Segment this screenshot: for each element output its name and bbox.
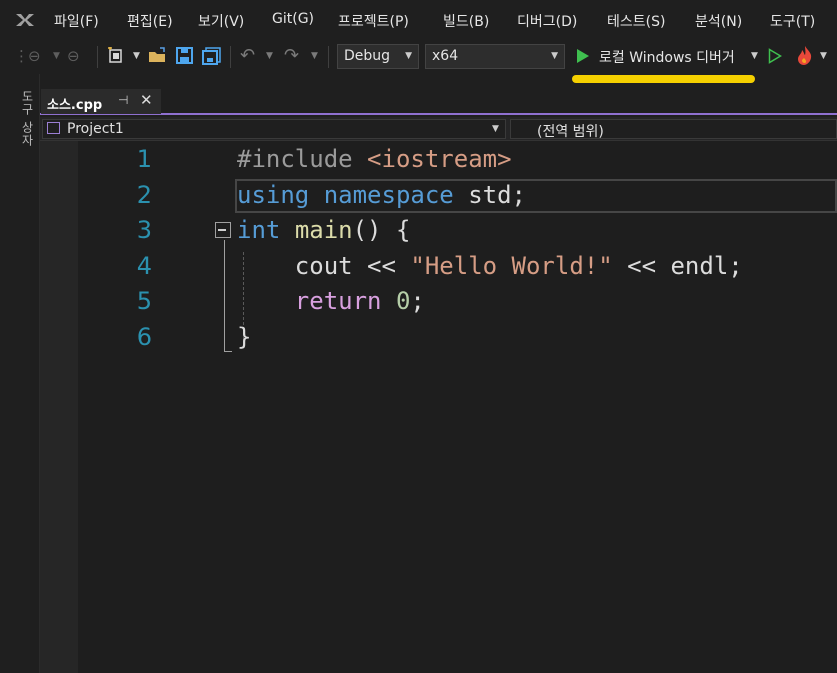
visual-studio-logo-icon[interactable]: [12, 7, 38, 33]
chevron-down-icon: ▼: [551, 51, 558, 61]
save-icon[interactable]: [176, 47, 194, 65]
code-token: cout <<: [237, 251, 411, 280]
line-number: 5: [136, 287, 152, 316]
platform-value: x64: [432, 48, 459, 64]
pin-icon[interactable]: ⊣: [118, 93, 128, 107]
toolbar-separator: [97, 46, 98, 68]
new-dropdown-icon[interactable]: ▼: [133, 47, 140, 65]
menu-view[interactable]: 보기(V): [198, 11, 244, 31]
menu-tools[interactable]: 도구(T): [770, 11, 815, 31]
scope-label: (전역 범위): [537, 124, 604, 140]
start-debug-icon[interactable]: [576, 48, 590, 64]
editor-gutter: [40, 141, 78, 673]
new-project-icon[interactable]: [107, 47, 127, 65]
forward-icon[interactable]: ⊖: [67, 47, 80, 65]
tab-title: 소스.cpp: [47, 98, 103, 113]
project-icon: [47, 122, 60, 134]
line-number: 4: [136, 251, 152, 280]
toolbox-tab[interactable]: 도구 상자: [6, 90, 36, 147]
save-all-icon[interactable]: [202, 47, 222, 65]
chevron-down-icon: ▼: [405, 51, 412, 61]
code-token: main: [294, 216, 353, 245]
code-token: }: [237, 323, 252, 351]
configuration-select[interactable]: Debug ▼: [337, 44, 419, 69]
debugger-dropdown-icon[interactable]: ▼: [751, 47, 758, 65]
code-token: "Hello World!": [410, 251, 613, 280]
code-token: << endl;: [612, 251, 743, 280]
code-token: using: [237, 180, 310, 209]
project-name: Project1: [67, 121, 124, 137]
code-line[interactable]: #include <iostream>: [237, 145, 512, 173]
toolbar-separator: [328, 46, 329, 68]
left-tool-strip: [0, 74, 40, 673]
menu-edit[interactable]: 편집(E): [127, 11, 173, 31]
undo-icon[interactable]: ↶: [240, 47, 255, 65]
line-number: 3: [136, 216, 152, 245]
redo-icon[interactable]: ↷: [284, 47, 299, 65]
menu-debug[interactable]: 디버그(D): [517, 11, 577, 31]
menu-test[interactable]: 테스트(S): [607, 11, 665, 31]
code-token: ;: [410, 287, 425, 316]
hot-reload-dropdown-icon[interactable]: ▼: [820, 47, 827, 65]
back-dropdown-icon[interactable]: ▼: [53, 47, 60, 65]
menu-git[interactable]: Git(G): [272, 11, 314, 27]
back-icon[interactable]: ⊖: [28, 47, 41, 65]
code-line[interactable]: }: [237, 323, 251, 351]
code-token: 0: [395, 287, 411, 316]
fold-guide: [224, 240, 225, 352]
hot-reload-icon[interactable]: [795, 45, 815, 66]
code-line[interactable]: int main() {: [237, 216, 410, 244]
undo-dropdown-icon[interactable]: ▼: [266, 47, 273, 65]
menu-file[interactable]: 파일(F): [54, 11, 99, 31]
code-token: #include: [237, 145, 368, 173]
toolbar-separator: [230, 46, 231, 68]
code-token: namespace: [323, 180, 454, 209]
code-token: int: [237, 216, 281, 245]
code-token: std;: [453, 180, 526, 209]
line-number: 6: [136, 323, 152, 351]
start-without-debug-icon[interactable]: [768, 48, 782, 64]
debugger-button-label[interactable]: 로컬 Windows 디버거: [599, 47, 735, 67]
code-token: return: [294, 287, 382, 316]
fold-guide-end: [224, 351, 232, 352]
menu-analyze[interactable]: 분석(N): [695, 11, 742, 31]
chevron-down-icon[interactable]: ▼: [492, 124, 499, 134]
code-token: <iostream>: [367, 145, 512, 173]
code-line[interactable]: using namespace std;: [237, 181, 526, 209]
code-token: () {: [352, 216, 411, 245]
grip-icon: ⋮: [14, 47, 29, 65]
platform-select[interactable]: x64 ▼: [425, 44, 565, 69]
menu-build[interactable]: 빌드(B): [443, 11, 489, 31]
close-icon[interactable]: ✕: [140, 91, 153, 109]
line-number: 1: [136, 145, 152, 173]
collapse-minus: [218, 229, 226, 231]
menu-project[interactable]: 프로젝트(P): [338, 11, 409, 31]
configuration-value: Debug: [344, 48, 391, 64]
code-line[interactable]: cout << "Hello World!" << endl;: [237, 252, 743, 280]
open-folder-icon[interactable]: [148, 47, 168, 65]
code-line[interactable]: return 0;: [237, 287, 425, 315]
highlight-underline: [572, 75, 755, 83]
redo-dropdown-icon[interactable]: ▼: [311, 47, 318, 65]
code-editor[interactable]: [40, 141, 837, 673]
line-number: 2: [136, 180, 152, 209]
